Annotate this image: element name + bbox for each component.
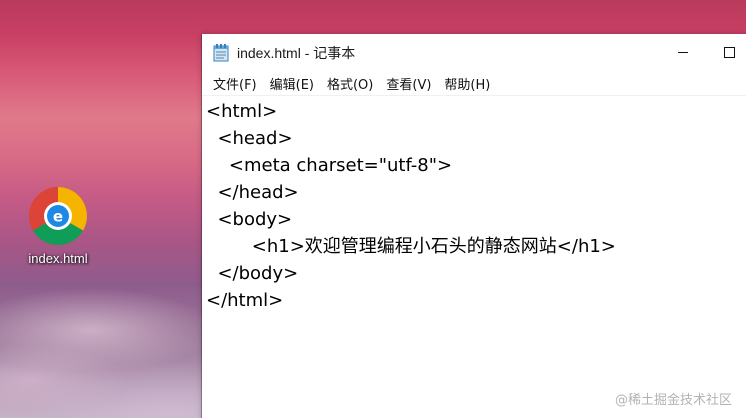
menu-edit[interactable]: 编辑(E)	[265, 72, 319, 95]
editor-line-8: </html>	[206, 290, 284, 311]
text-editor[interactable]: <html> <head> <meta charset="utf-8"> </h…	[202, 95, 746, 418]
desktop-icon-label: index.html	[28, 251, 88, 266]
editor-line-6: <h1>欢迎管理编程小石头的静态网站</h1>	[206, 236, 616, 257]
menu-bar: 文件(F) 编辑(E) 格式(O) 查看(V) 帮助(H)	[202, 71, 746, 95]
maximize-icon	[723, 47, 735, 58]
editor-line-1: <html>	[206, 101, 278, 122]
minimize-button[interactable]	[660, 34, 706, 71]
editor-line-3: <meta charset="utf-8">	[206, 155, 453, 176]
notepad-icon	[213, 43, 229, 61]
minimize-icon	[678, 52, 688, 53]
menu-view[interactable]: 查看(V)	[381, 72, 436, 95]
editor-line-4: </head>	[206, 182, 299, 203]
menu-help[interactable]: 帮助(H)	[439, 72, 495, 95]
watermark: @稀土掘金技术社区	[614, 393, 732, 408]
desktop-shortcut-index-html[interactable]: e index.html	[12, 186, 104, 266]
editor-line-2: <head>	[206, 128, 293, 149]
menu-format[interactable]: 格式(O)	[322, 72, 378, 95]
window-controls	[660, 34, 746, 71]
editor-line-7: </body>	[206, 263, 299, 284]
menu-file[interactable]: 文件(F)	[208, 72, 262, 95]
chrome-icon: e	[29, 187, 87, 245]
svg-text:e: e	[53, 208, 63, 226]
title-bar[interactable]: index.html - 记事本	[202, 34, 746, 71]
window-title: index.html - 记事本	[237, 44, 356, 61]
notepad-window: index.html - 记事本 文件(F) 编辑(E) 格式(O) 查看(V)…	[202, 34, 746, 418]
editor-line-5: <body>	[206, 209, 293, 230]
maximize-button[interactable]	[706, 34, 746, 71]
